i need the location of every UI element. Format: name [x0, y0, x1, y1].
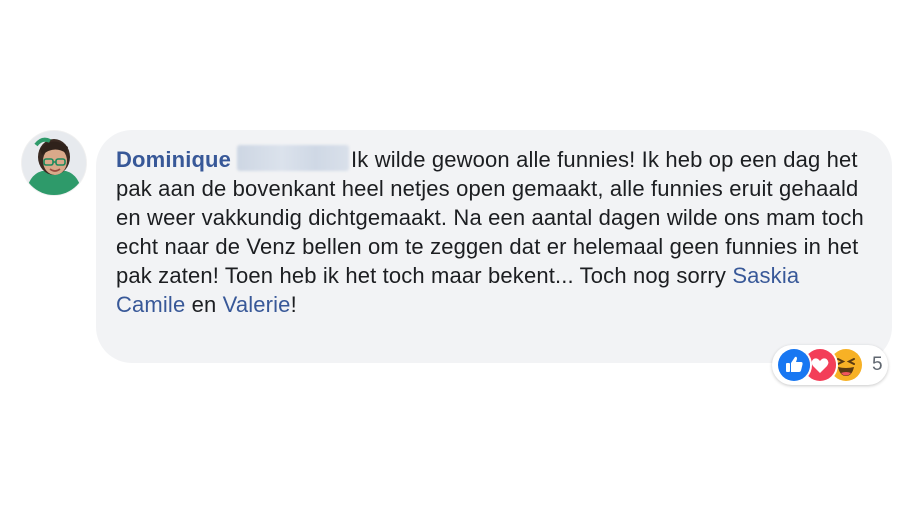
comment-bubble: Dominique Ik wilde gewoon alle funnies! I… [96, 130, 892, 363]
avatar[interactable] [22, 131, 86, 195]
mention-link[interactable]: Valerie [223, 292, 291, 317]
reactions-summary[interactable]: 5 [772, 345, 888, 385]
comment-body-text: en [185, 292, 223, 317]
avatar-image [22, 131, 86, 195]
comment-body-text: ! [290, 292, 297, 317]
like-icon [776, 347, 812, 383]
comment-text: Dominique Ik wilde gewoon alle funnies! I… [116, 145, 868, 319]
comment-author-name[interactable]: Dominique [116, 147, 231, 172]
redacted-surname [237, 145, 350, 171]
reaction-count: 5 [872, 354, 883, 375]
